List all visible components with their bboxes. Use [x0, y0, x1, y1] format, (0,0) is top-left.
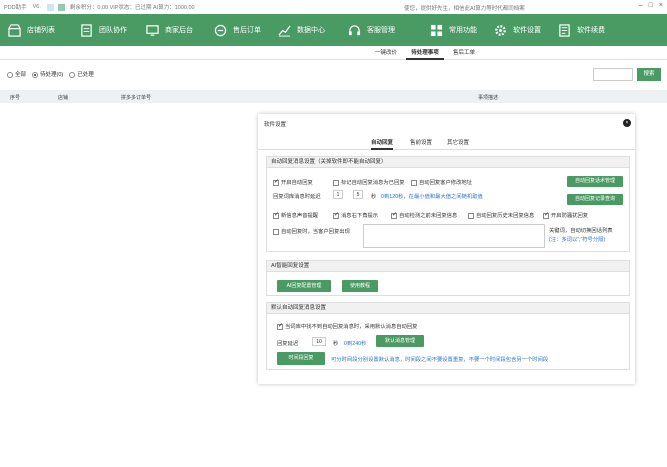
dialog-title: 软件设置 [264, 122, 287, 128]
nav-settings[interactable]: 软件设置 [486, 14, 550, 46]
tab-price[interactable]: 一键改价 [366, 46, 406, 60]
settings-dialog: 软件设置 × 自动回复 售前设置 其它设置 自动回复消息设置（关掉软件即不能自动… [258, 114, 635, 384]
tab-pending[interactable]: 待处理事项 [406, 46, 444, 60]
close-icon[interactable]: × [623, 119, 631, 127]
default-delay-input[interactable]: 10 [312, 337, 326, 346]
time-reply-hint: 可分时间段分别设置默认消息，时间段之间不要设置重复，不要一个时间段包含另一个时间… [331, 357, 549, 363]
grid-icon [430, 24, 443, 37]
default-reply-header: 默认自动回复消息设置 [267, 303, 629, 314]
window-controls: – □ × [639, 2, 663, 9]
nav-team[interactable]: 团队协作 [72, 14, 138, 46]
ai-reply-header: AI智能回复设置 [267, 261, 629, 272]
search-button[interactable]: 搜索 [637, 68, 661, 81]
auto-modify-address-checkbox[interactable]: 自动回复客户修改地址 [411, 178, 472, 186]
auto-check-checkbox[interactable]: 自动检测之前未回复信息 [391, 211, 457, 219]
keyword-switch-checkbox[interactable]: 自动回复时，当客户回复出现 [273, 227, 350, 235]
delay-min-input[interactable]: 1 [333, 190, 343, 199]
minimize-icon[interactable]: – [639, 2, 643, 9]
col-store: 店铺 [58, 95, 69, 101]
account-points: 剩余积分：0.00 VIP状态：已过期 AI算力：1000.00 [69, 5, 195, 11]
search-input[interactable] [593, 68, 633, 81]
default-reply-checkbox[interactable]: 当词库中找不到自动回复消息时，采用默认消息自动回复 [277, 322, 417, 330]
reply-lib-button[interactable]: 自动回复话术管理 [567, 176, 623, 187]
col-desc: 事项描述 [478, 95, 499, 101]
store-icon [8, 23, 21, 37]
app-name: PDD助手 [4, 5, 27, 11]
tab-presale[interactable]: 售前设置 [410, 138, 432, 146]
tutorial-button[interactable]: 使用教程 [342, 280, 378, 292]
default-lib-button[interactable]: 默认消息管理 [376, 335, 424, 347]
maximize-icon[interactable]: □ [649, 2, 653, 9]
nav-aftersale[interactable]: 售后订单 [206, 14, 270, 46]
sound-alert-checkbox[interactable]: 新信息声音提醒 [273, 211, 318, 219]
delay-max-input[interactable]: 5 [353, 190, 363, 199]
default-delay-hint: 0到240秒 [344, 341, 367, 347]
gear-icon [494, 24, 507, 37]
tab-auto-reply[interactable]: 自动回复 [371, 138, 394, 150]
anti-harass-checkbox[interactable]: 开启防骚扰回复 [543, 211, 588, 219]
keyword-hint-2: (注：多词以“;”符号分隔) [549, 237, 606, 243]
mark-read-checkbox[interactable]: 标记自动回复消息为已回复 [333, 178, 405, 186]
tab-other[interactable]: 其它设置 [447, 138, 469, 146]
sub-tabs: 一键改价 待处理事项 售后工单 [0, 46, 667, 60]
tab-aftersale-ticket[interactable]: 售后工单 [446, 46, 482, 60]
team-icon [80, 23, 93, 37]
nav-common[interactable]: 常用功能 [422, 14, 486, 46]
renew-icon [558, 23, 571, 37]
default-reply-section: 默认自动回复消息设置 当词库中找不到自动回复消息时，采用默认消息自动回复 回复延… [266, 302, 630, 370]
auto-reply-header: 自动回复消息设置（关掉软件即不能自动回复） [267, 157, 629, 168]
default-delay-label: 回复延迟 [277, 341, 299, 347]
notice-text: 使您，提供好先生，相信此AI算力等时代都同档案 [404, 6, 525, 12]
auto-reply-section: 自动回复消息设置（关掉软件即不能自动回复） 开启自动回复 标记自动回复消息为已回… [266, 156, 630, 252]
monitor-icon [146, 24, 159, 37]
headset-icon [348, 24, 361, 37]
nav-service[interactable]: 客服管理 [340, 14, 416, 46]
filter-pending[interactable]: 待处理(0) [32, 70, 63, 78]
delay-unit: 秒 [371, 194, 377, 200]
enable-auto-reply-checkbox[interactable]: 开启自动回复 [273, 178, 313, 186]
nav-merchant[interactable]: 商家后台 [138, 14, 206, 46]
status-filter: 全部 待处理(0) 已处理 [7, 70, 94, 78]
nav-stores[interactable]: 店铺列表 [0, 14, 72, 46]
default-delay-unit: 秒 [333, 341, 339, 347]
table-header: 序号 店铺 拼多多订单号 事项描述 [0, 90, 667, 103]
chart-icon [278, 24, 291, 37]
close-window-icon[interactable]: × [659, 2, 663, 9]
ai-config-button[interactable]: AI回复配置管理 [277, 280, 331, 292]
filter-all[interactable]: 全部 [7, 70, 26, 78]
nav-renew[interactable]: 软件续费 [550, 14, 612, 46]
keyword-textarea[interactable] [363, 224, 545, 248]
delay-label: 回复词库消息时延迟 [273, 194, 321, 200]
nav-data[interactable]: 数据中心 [270, 14, 340, 46]
reply-log-button[interactable]: 自动回复记录查询 [567, 194, 623, 205]
dialog-tabs: 自动回复 售前设置 其它设置 [258, 134, 635, 150]
avatar [46, 3, 54, 11]
corner-tip-checkbox[interactable]: 消息右下角提示 [333, 211, 378, 219]
app-version: V6. [32, 4, 41, 10]
aftersale-icon [214, 24, 227, 37]
top-nav: 店铺列表 团队协作 商家后台 售后订单 数据中心 客服管理 常用功能 软件设置 … [0, 14, 667, 46]
reply-history-checkbox[interactable]: 自动回复历史未回复信息 [468, 211, 534, 219]
keyword-hint: 关键词，自动切换回话列表 [549, 228, 613, 234]
col-order: 拼多多订单号 [121, 95, 152, 101]
filter-done[interactable]: 已处理 [69, 70, 94, 78]
delay-hint: 0到120秒，在最小值和最大值之间随机取值 [381, 194, 483, 200]
title-bar: PDD助手 V6. 剩余积分：0.00 VIP状态：已过期 AI算力：1000.… [0, 0, 667, 14]
time-reply-button[interactable]: 时间段回复 [277, 352, 325, 365]
avatar-badge [57, 3, 65, 11]
ai-reply-section: AI智能回复设置 AI回复配置管理 使用教程 [266, 260, 630, 296]
col-index: 序号 [10, 95, 21, 101]
